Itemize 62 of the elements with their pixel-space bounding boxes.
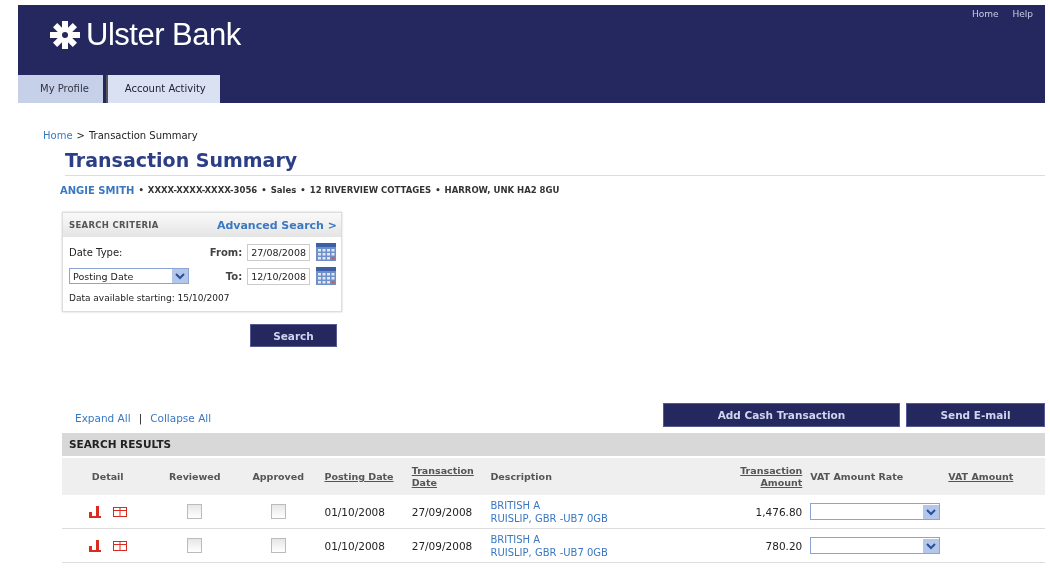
table-cell: 780.20 <box>765 539 803 552</box>
column-header[interactable]: Transaction Date <box>407 458 487 495</box>
card-icon[interactable] <box>112 506 127 517</box>
link-divider: | <box>138 412 143 424</box>
checkbox[interactable] <box>270 504 286 519</box>
chart-icon[interactable] <box>88 505 101 518</box>
field-label: Date Type: <box>69 246 124 258</box>
bullet-separator: • <box>435 185 441 196</box>
tab[interactable]: Account Activity <box>105 75 220 103</box>
description-link[interactable]: BRITISH A RUISLIP, GBR -UB7 0GB <box>490 498 608 525</box>
results-header: SEARCH RESULTS <box>62 433 1045 456</box>
column-header: Reviewed <box>153 458 237 495</box>
availability-note: Data available starting: 15/10/2007 <box>68 292 231 303</box>
column-header[interactable]: Posting Date <box>320 458 408 495</box>
table-cell: 01/10/2008 <box>324 505 385 518</box>
checkbox[interactable] <box>270 538 286 553</box>
column-header: Approved <box>236 458 321 495</box>
description-link[interactable]: BRITISH A RUISLIP, GBR -UB7 0GB <box>490 532 608 559</box>
breadcrumb-separator: > <box>76 130 85 141</box>
logo-text: Ulster Bank <box>86 17 241 53</box>
logo-icon <box>50 21 80 49</box>
bullet-separator: • <box>300 185 306 196</box>
breadcrumb-current: Transaction Summary <box>88 130 198 141</box>
card-icon[interactable] <box>112 540 127 551</box>
calendar-icon[interactable] <box>315 243 337 261</box>
date-field[interactable]: 27/08/2008 <box>247 243 310 261</box>
checkbox[interactable] <box>187 504 203 519</box>
action-button[interactable]: Send E-mail <box>906 403 1045 427</box>
panel-heading: SEARCH CRITERIA <box>69 220 159 230</box>
calendar-icon[interactable] <box>315 267 337 285</box>
table-cell: 27/09/2008 <box>411 539 473 552</box>
column-header: Description <box>486 458 712 495</box>
column-header: Detail <box>62 458 154 495</box>
account-detail: Sales <box>270 185 297 196</box>
page-title: Transaction Summary <box>65 149 1045 176</box>
breadcrumb-link[interactable]: Home <box>43 130 73 141</box>
date-field[interactable]: 12/10/2008 <box>247 267 310 285</box>
account-detail: HARROW, UNK HA2 8GU <box>444 185 560 196</box>
collapse-all-link[interactable]: Collapse All <box>150 412 212 424</box>
nav-link[interactable]: Home <box>971 9 999 19</box>
column-header: VAT Amount Rate <box>806 458 945 495</box>
date-type-select[interactable]: Posting Date <box>69 268 189 284</box>
nav-link[interactable]: Help <box>1012 9 1033 19</box>
checkbox[interactable] <box>187 538 203 553</box>
bullet-separator: • <box>138 185 144 196</box>
account-detail: 12 RIVERVIEW COTTAGES <box>309 185 432 196</box>
table-cell: 1,476.80 <box>755 505 803 518</box>
field-label: To: <box>225 270 243 282</box>
advanced-search-link[interactable]: Advanced Search > <box>216 218 337 232</box>
account-detail: XXXX-XXXX-XXXX-3056 <box>147 185 258 196</box>
search-button[interactable]: Search <box>250 324 337 347</box>
account-name: ANGIE SMITH <box>60 185 135 196</box>
column-header[interactable]: VAT Amount <box>944 458 1045 495</box>
expand-all-link[interactable]: Expand All <box>75 412 131 424</box>
action-button[interactable]: Add Cash Transaction <box>663 403 900 427</box>
tab[interactable]: My Profile <box>18 75 103 103</box>
bullet-separator: • <box>261 185 267 196</box>
column-header[interactable]: Transaction Amount <box>711 458 807 495</box>
table-cell: 27/09/2008 <box>411 505 473 518</box>
chart-icon[interactable] <box>88 539 101 552</box>
table-cell: 01/10/2008 <box>324 539 385 552</box>
field-label: From: <box>209 246 243 258</box>
